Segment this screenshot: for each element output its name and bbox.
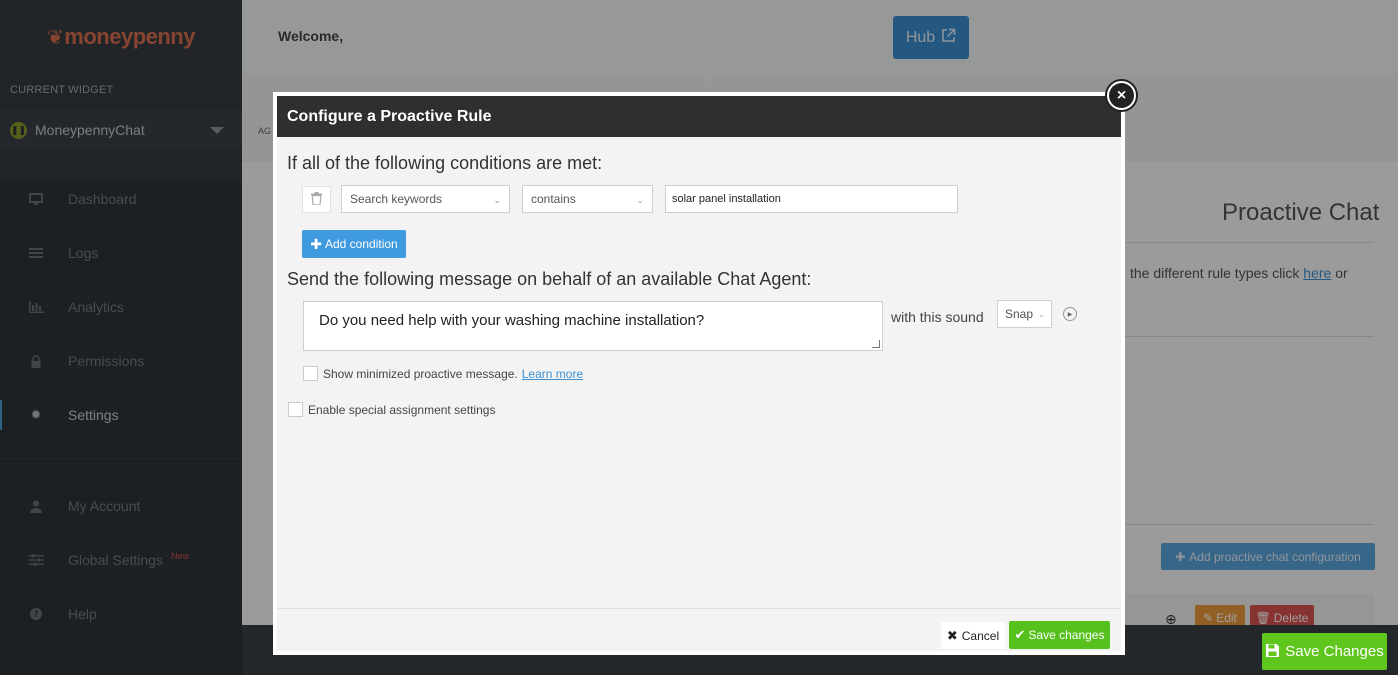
close-icon: ×	[1109, 83, 1134, 108]
cancel-label: Cancel	[961, 628, 1000, 643]
show-minimized-label: Show minimized proactive message.	[323, 366, 518, 381]
footer-divider	[277, 608, 1121, 609]
sound-select[interactable]: Snap ⌄	[997, 300, 1052, 328]
close-icon: ✖	[946, 627, 958, 643]
learn-more-link[interactable]: Learn more	[522, 367, 583, 381]
sound-value: Snap	[1005, 307, 1034, 321]
save-rule-label: Save changes	[1028, 628, 1105, 642]
proactive-rule-dialog: Configure a Proactive Rule If all of the…	[273, 92, 1125, 655]
floppy-disk-icon	[1265, 643, 1280, 661]
add-condition-label: Add condition	[325, 237, 398, 251]
plus-icon: ✚	[310, 235, 322, 252]
conditions-heading: If all of the following conditions are m…	[287, 153, 603, 173]
show-minimized-row: Show minimized proactive message. Learn …	[303, 366, 583, 381]
resize-handle[interactable]	[872, 340, 880, 348]
trash-icon	[311, 191, 322, 208]
condition-field-value: Search keywords	[350, 192, 443, 206]
chevron-down-icon: ⌄	[1038, 310, 1045, 319]
save-changes-label: Save Changes	[1285, 643, 1384, 660]
enable-special-checkbox[interactable]	[288, 402, 303, 417]
enable-special-row: Enable special assignment settings	[288, 402, 495, 417]
check-icon: ✔	[1014, 627, 1026, 642]
message-textarea[interactable]: Do you need help with your washing machi…	[303, 301, 883, 351]
save-rule-button[interactable]: ✔ Save changes	[1009, 621, 1110, 649]
dialog-title: Configure a Proactive Rule	[277, 96, 1121, 137]
play-sound-icon[interactable]: ▶	[1063, 307, 1077, 321]
cancel-button[interactable]: ✖ Cancel	[941, 622, 1005, 649]
condition-operator-value: contains	[531, 192, 576, 206]
condition-field-select[interactable]: Search keywords ⌄	[341, 185, 510, 213]
remove-condition-button[interactable]	[302, 186, 331, 213]
message-heading: Send the following message on behalf of …	[287, 269, 812, 289]
close-dialog-button[interactable]: ×	[1105, 79, 1138, 112]
add-condition-button[interactable]: ✚ Add condition	[302, 230, 406, 258]
save-changes-button[interactable]: Save Changes	[1262, 633, 1387, 670]
enable-special-label: Enable special assignment settings	[308, 402, 496, 417]
sound-label: with this sound	[891, 309, 984, 325]
condition-operator-select[interactable]: contains ⌄	[522, 185, 653, 213]
chevron-down-icon: ⌄	[493, 195, 501, 205]
message-text: Do you need help with your washing machi…	[319, 312, 705, 329]
condition-value-input[interactable]: solar panel installation	[665, 185, 958, 213]
chevron-down-icon: ⌄	[636, 195, 644, 205]
show-minimized-checkbox[interactable]	[303, 366, 318, 381]
